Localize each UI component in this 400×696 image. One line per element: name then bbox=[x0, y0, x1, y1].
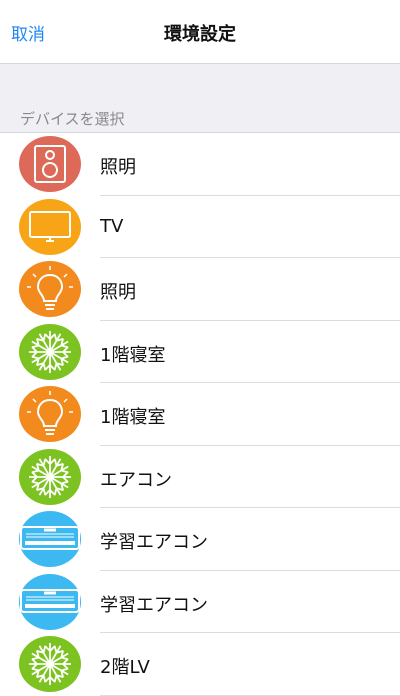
device-row[interactable]: 1階寝室 bbox=[0, 383, 400, 446]
device-label: TV bbox=[100, 215, 124, 237]
row-divider bbox=[100, 694, 400, 696]
lightbulb-icon bbox=[19, 386, 81, 442]
section-header: デバイスを選択 bbox=[20, 110, 125, 128]
device-row[interactable]: エアコン bbox=[0, 446, 400, 508]
device-row[interactable]: 照明 bbox=[0, 133, 400, 196]
device-row[interactable]: 2階LV bbox=[0, 633, 400, 696]
page-title: 環境設定 bbox=[164, 24, 236, 45]
snowflake-icon bbox=[19, 448, 81, 505]
navigation-bar: 取消 環境設定 bbox=[0, 0, 400, 63]
device-row[interactable]: TV bbox=[0, 196, 400, 258]
lightbulb-icon bbox=[19, 261, 81, 317]
device-label: 2階LV bbox=[100, 657, 150, 678]
air-conditioner-icon bbox=[19, 511, 81, 567]
device-row[interactable]: 学習エアコン bbox=[0, 508, 400, 571]
device-row[interactable]: 照明 bbox=[0, 258, 400, 321]
device-list: 照明 TV 照明 1階寝室 1階寝室 エアコン 学習エアコン 学習エアコン 2階 bbox=[0, 133, 400, 696]
device-label: 学習エアコン bbox=[100, 594, 208, 616]
speaker-icon bbox=[19, 136, 81, 192]
device-row[interactable]: 1階寝室 bbox=[0, 321, 400, 383]
air-conditioner-icon bbox=[19, 573, 81, 630]
device-label: 照明 bbox=[100, 157, 136, 178]
device-label: エアコン bbox=[100, 469, 172, 491]
device-label: 1階寝室 bbox=[100, 344, 166, 366]
device-label: 1階寝室 bbox=[100, 407, 166, 428]
snowflake-icon bbox=[19, 323, 81, 380]
device-row[interactable]: 学習エアコン bbox=[0, 571, 400, 633]
device-label: 学習エアコン bbox=[100, 532, 208, 553]
device-label: 照明 bbox=[100, 282, 136, 303]
tv-icon bbox=[19, 198, 81, 255]
snowflake-icon bbox=[19, 636, 81, 692]
